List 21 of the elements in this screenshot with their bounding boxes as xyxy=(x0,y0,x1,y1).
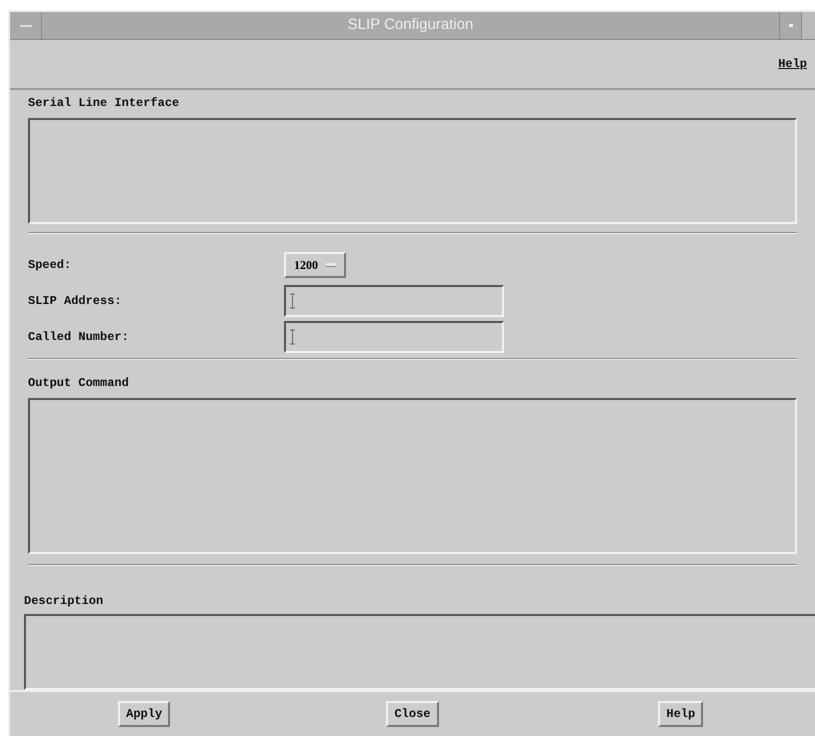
dialog-button[interactable]: Close xyxy=(386,701,438,727)
text-cursor-icon xyxy=(290,293,295,309)
interface-list[interactable] xyxy=(28,118,797,224)
field-label: Called Number: xyxy=(28,329,130,346)
description-area[interactable] xyxy=(24,614,815,690)
field-label: SLIP Address: xyxy=(28,293,123,310)
window-title: SLIP Configuration xyxy=(346,15,474,36)
text-field[interactable] xyxy=(284,321,504,353)
section-label: Output Command xyxy=(28,375,130,392)
section-label: Description xyxy=(24,593,104,610)
field-label: Speed: xyxy=(28,257,72,274)
minus-icon xyxy=(20,24,32,26)
speed-option-menu[interactable]: 1200 xyxy=(284,252,346,278)
option-indicator-icon xyxy=(326,263,336,267)
dialog-button[interactable]: Help xyxy=(658,701,704,727)
dialog-button[interactable]: Apply xyxy=(118,701,170,727)
minimize-icon xyxy=(788,24,792,27)
text-cursor-icon xyxy=(290,329,295,345)
menu-item[interactable]: Help xyxy=(778,55,807,73)
text-field[interactable] xyxy=(284,285,504,317)
section-label: Serial Line Interface xyxy=(28,95,180,112)
